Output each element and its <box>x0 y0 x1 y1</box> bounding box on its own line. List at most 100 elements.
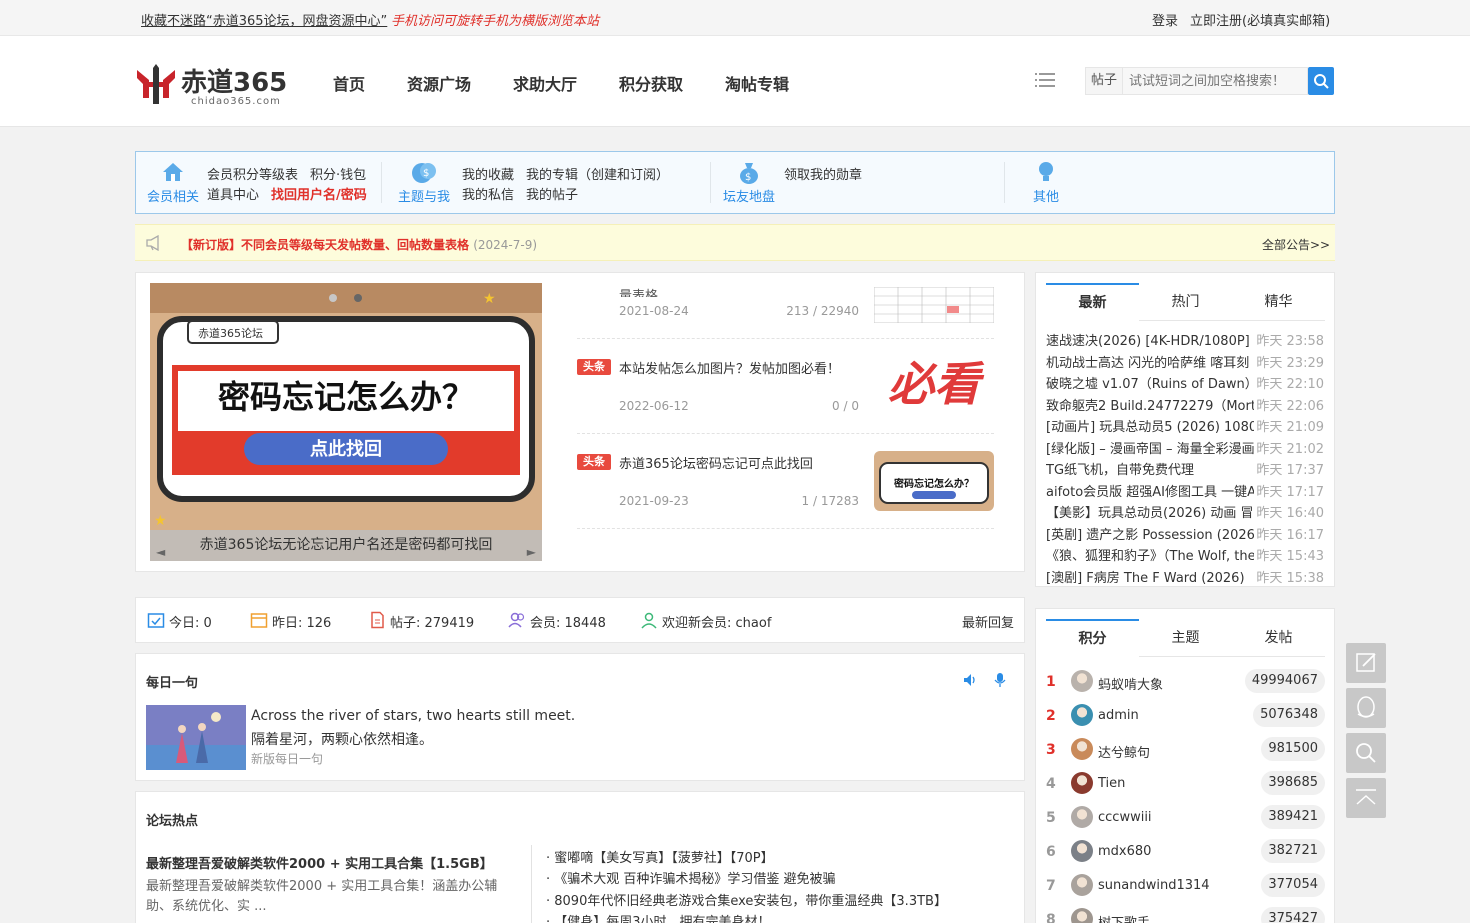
rank-username[interactable]: cccwwiii <box>1098 810 1152 825</box>
back-to-top-button[interactable] <box>1346 778 1386 818</box>
speaker-icon[interactable] <box>962 672 978 688</box>
post-title[interactable]: 破晓之墟 v1.07（Ruins of Dawn） <box>1046 373 1254 392</box>
quick-link-favorites[interactable]: 我的收藏 <box>462 164 514 183</box>
hot-list-item[interactable]: · 《骗术大观 百种诈骗术揭秘》学习借鉴 避免被骗 <box>546 868 836 887</box>
slider-prev-button[interactable]: ◄ <box>156 537 165 561</box>
slider-caption[interactable]: ◄ 赤道365论坛无论忘记用户名还是密码都可找回 ► <box>150 530 542 561</box>
post-title[interactable]: 机动战士高达 闪光的哈萨维 喀耳刻 <box>1046 352 1254 371</box>
rank-username[interactable]: Tien <box>1098 776 1125 791</box>
rank-username[interactable]: 蚂蚁啃大象 <box>1098 674 1163 693</box>
headline-thumbnail[interactable]: 密码忘记怎么办？ <box>874 451 994 511</box>
search-button[interactable] <box>1308 67 1334 95</box>
tab-rank-posts[interactable]: 发帖 <box>1232 619 1325 657</box>
avatar[interactable] <box>1071 772 1093 794</box>
post-title[interactable]: [绿化版] – 漫画帝国 – 海量全彩漫画 <box>1046 438 1254 457</box>
rank-row[interactable]: 3 达兮鲸句 981500 <box>1046 736 1325 764</box>
daily-quote-link[interactable]: 新版每日一句 <box>251 750 323 767</box>
qq-contact-button[interactable] <box>1346 688 1386 728</box>
hot-list-item[interactable]: · 8090年代怀旧经典老游戏合集exe安装包，带你重温经典【3.3TB】 <box>546 890 947 909</box>
search-type-select[interactable]: 帖子 <box>1085 67 1123 95</box>
rank-row[interactable]: 8 树下歌手 375427 <box>1046 906 1325 923</box>
post-title[interactable]: aifoto会员版 超强AI修图工具 一键AI <box>1046 481 1254 500</box>
register-link[interactable]: 立即注册(必填真实邮箱) <box>1190 10 1330 29</box>
headline-title[interactable]: 赤道365论坛密码忘记可点此找回 <box>619 453 813 472</box>
image-slider[interactable]: 赤道365论坛 密码忘记怎么办？ 点此找回 ★ ★ ◄ 赤道365论坛无论忘记用… <box>150 283 542 561</box>
headline-thumbnail[interactable] <box>874 287 994 323</box>
quick-link-medals[interactable]: 领取我的勋章 <box>784 164 862 183</box>
post-title[interactable]: 致命躯壳2 Build.24772279（Mortal <box>1046 395 1254 414</box>
svg-text:赤道365: 赤道365 <box>181 67 287 98</box>
post-title[interactable]: [英剧] 遗产之影 Possession (2026) <box>1046 524 1254 543</box>
nav-resources[interactable]: 资源广场 <box>407 71 471 95</box>
tab-featured[interactable]: 精华 <box>1232 283 1325 321</box>
post-title[interactable]: [澳剧] F病房 The F Ward (2026) <box>1046 567 1254 586</box>
post-title[interactable]: 速战速决(2026) [4K-HDR/1080P] <box>1046 330 1254 349</box>
headline-title[interactable]: 本站发帖怎么加图片？发帖加图必看！ <box>619 358 840 377</box>
post-time: 昨天 21:09 <box>1256 420 1324 435</box>
slider-next-button[interactable]: ► <box>527 537 536 561</box>
menu-icon[interactable] <box>1035 72 1055 88</box>
quick-link-props[interactable]: 道具中心 <box>207 184 259 203</box>
avatar[interactable] <box>1071 874 1093 896</box>
quick-link-my-posts[interactable]: 我的帖子 <box>526 184 578 203</box>
quick-link-messages[interactable]: 我的私信 <box>462 184 514 203</box>
tab-rank-topics[interactable]: 主题 <box>1139 619 1232 657</box>
rank-row[interactable]: 5 cccwwiii 389421 <box>1046 804 1325 832</box>
rank-row[interactable]: 7 sunandwind1314 377054 <box>1046 872 1325 900</box>
quick-link-my-collections[interactable]: 我的专辑（创建和订阅） <box>526 164 669 183</box>
rank-row[interactable]: 2 admin 5076348 <box>1046 702 1325 730</box>
all-announcements-link[interactable]: 全部公告>> <box>1262 236 1330 253</box>
headline-thumbnail[interactable]: 必看 <box>874 352 994 412</box>
latest-replies-link[interactable]: 最新回复 <box>962 612 1014 631</box>
quick-group-other[interactable]: 其他 <box>1033 186 1059 205</box>
rank-username[interactable]: sunandwind1314 <box>1098 878 1210 893</box>
post-time: 昨天 15:38 <box>1256 571 1324 586</box>
post-title[interactable]: 《狼、狐狸和豹子》（The Wolf, the <box>1046 545 1254 564</box>
avatar[interactable] <box>1071 806 1093 828</box>
headline-title[interactable]: 量表格 <box>619 285 658 297</box>
nav-home[interactable]: 首页 <box>333 71 365 95</box>
quick-link-recover[interactable]: 找回用户名/密码 <box>271 184 367 203</box>
rank-username[interactable]: 达兮鲸句 <box>1098 742 1150 761</box>
avatar[interactable] <box>1071 908 1093 923</box>
site-logo[interactable]: 赤道365 chidao365.com <box>135 64 303 107</box>
rank-username[interactable]: mdx680 <box>1098 844 1151 859</box>
rank-username[interactable]: 树下歌手 <box>1098 912 1150 923</box>
avatar[interactable] <box>1071 840 1093 862</box>
post-title[interactable]: [动画片] 玩具总动员5 (2026) 1080P <box>1046 416 1254 435</box>
rank-username[interactable]: admin <box>1098 708 1139 723</box>
tab-latest[interactable]: 最新 <box>1046 283 1139 321</box>
rank-row[interactable]: 1 蚂蚁啃大象 49994067 <box>1046 668 1325 696</box>
login-link[interactable]: 登录 <box>1152 10 1178 29</box>
search-input[interactable] <box>1123 67 1308 95</box>
rank-row[interactable]: 4 Tien 398685 <box>1046 770 1325 798</box>
float-search-button[interactable] <box>1346 733 1386 773</box>
post-title[interactable]: 【美影】玩具总动员(2026) 动画 冒 <box>1046 502 1254 521</box>
post-new-button[interactable] <box>1346 643 1386 683</box>
hot-main-title[interactable]: 最新整理吾爱破解类软件2000 + 实用工具合集【1.5GB】 <box>146 853 493 872</box>
nav-help[interactable]: 求助大厅 <box>513 71 577 95</box>
nav-points[interactable]: 积分获取 <box>619 71 683 95</box>
headline-item[interactable]: 头条 赤道365论坛密码忘记可点此找回 2021-09-23 1 / 17283… <box>577 434 994 529</box>
rank-row[interactable]: 6 mdx680 382721 <box>1046 838 1325 866</box>
announcement-link[interactable]: 【新订版】不同会员等级每天发帖数量、回帖数量表格 (2024-7-9) <box>181 236 537 253</box>
quick-link-level-table[interactable]: 会员积分等级表 <box>207 164 298 183</box>
headline-item[interactable]: 量表格 2021-08-24 213 / 22940 <box>577 283 994 339</box>
post-title[interactable]: TG纸飞机，自带免费代理 <box>1046 459 1254 478</box>
hot-list-item[interactable]: · 【健身】每周3小时，拥有完美身材！ <box>546 911 771 923</box>
quick-link-wallet[interactable]: 积分·钱包 <box>310 164 366 183</box>
microphone-icon[interactable] <box>993 672 1007 688</box>
tab-rank-points[interactable]: 积分 <box>1046 619 1139 657</box>
nav-collections[interactable]: 淘帖专辑 <box>725 71 789 95</box>
avatar[interactable] <box>1071 738 1093 760</box>
favorite-link[interactable]: 收藏不迷路“赤道365论坛，网盘资源中心” <box>141 10 387 29</box>
hot-list-item[interactable]: · 蜜嘟嘀【美女写真】【菠萝社】【70P】 <box>546 847 774 866</box>
headline-item[interactable]: 头条 本站发帖怎么加图片？发帖加图必看！ 2022-06-12 0 / 0 必看 <box>577 339 994 434</box>
quick-group-topics[interactable]: 主题与我 <box>398 186 450 205</box>
avatar[interactable] <box>1071 670 1093 692</box>
quick-group-territory[interactable]: 坛友地盘 <box>723 186 775 205</box>
stat-new-member[interactable]: 欢迎新会员: chaof <box>662 612 771 631</box>
tab-hot[interactable]: 热门 <box>1139 283 1232 321</box>
avatar[interactable] <box>1071 704 1093 726</box>
quick-group-member[interactable]: 会员相关 <box>147 186 199 205</box>
